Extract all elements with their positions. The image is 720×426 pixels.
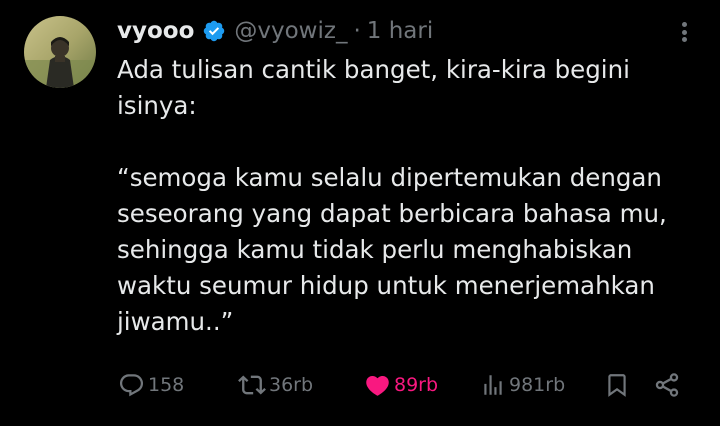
views-count: 981rb — [509, 374, 566, 396]
reply-button[interactable]: 158 — [118, 367, 184, 403]
share-button[interactable] — [653, 367, 681, 403]
tweet-line: isinya: — [117, 91, 197, 120]
more-dot — [681, 29, 687, 35]
more-dot — [681, 37, 687, 42]
verified-badge-icon — [204, 20, 225, 42]
tweet-line: “semoga kamu selalu dipertemukan dengan — [117, 163, 662, 192]
reply-count: 158 — [148, 374, 185, 396]
separator-dot: · — [353, 18, 361, 44]
tweet-line: jiwamu..” — [117, 307, 234, 336]
like-count: 89rb — [394, 374, 439, 396]
timestamp[interactable]: 1 hari — [367, 18, 433, 44]
handle[interactable]: @vyowiz_ — [234, 18, 347, 44]
bookmark-icon — [608, 374, 626, 397]
reply-icon — [119, 373, 144, 396]
views-chart-icon — [484, 375, 502, 395]
more-options-icon[interactable] — [674, 20, 694, 44]
retweet-button[interactable]: 36rb — [238, 367, 313, 403]
views-button[interactable]: 981rb — [480, 367, 565, 403]
tweet-text: Ada tulisan cantik banget, kira-kira beg… — [117, 52, 707, 340]
more-dot — [681, 22, 687, 27]
display-name[interactable]: vyooo — [117, 18, 194, 44]
like-button[interactable]: 89rb — [364, 367, 438, 403]
share-icon — [655, 373, 679, 397]
profile-photo-icon — [24, 16, 96, 88]
action-bar: 158 36rb 89rb 981rb — [118, 367, 690, 403]
tweet-line: Ada tulisan cantik banget, kira-kira beg… — [117, 55, 630, 84]
tweet-header: vyooo @vyowiz_ · 1 hari — [117, 14, 690, 48]
retweet-count: 36rb — [269, 374, 314, 396]
tweet-line: seseorang yang dapat berbicara bahasa mu… — [117, 199, 667, 228]
tweet-line: waktu seumur hidup untuk menerjemahkan — [117, 271, 655, 300]
avatar[interactable] — [24, 16, 96, 88]
bookmark-button[interactable] — [604, 367, 630, 403]
heart-filled-icon — [366, 375, 389, 396]
tweet-line: sehingga kamu tidak perlu menghabiskan — [117, 235, 633, 264]
retweet-icon — [238, 375, 266, 395]
